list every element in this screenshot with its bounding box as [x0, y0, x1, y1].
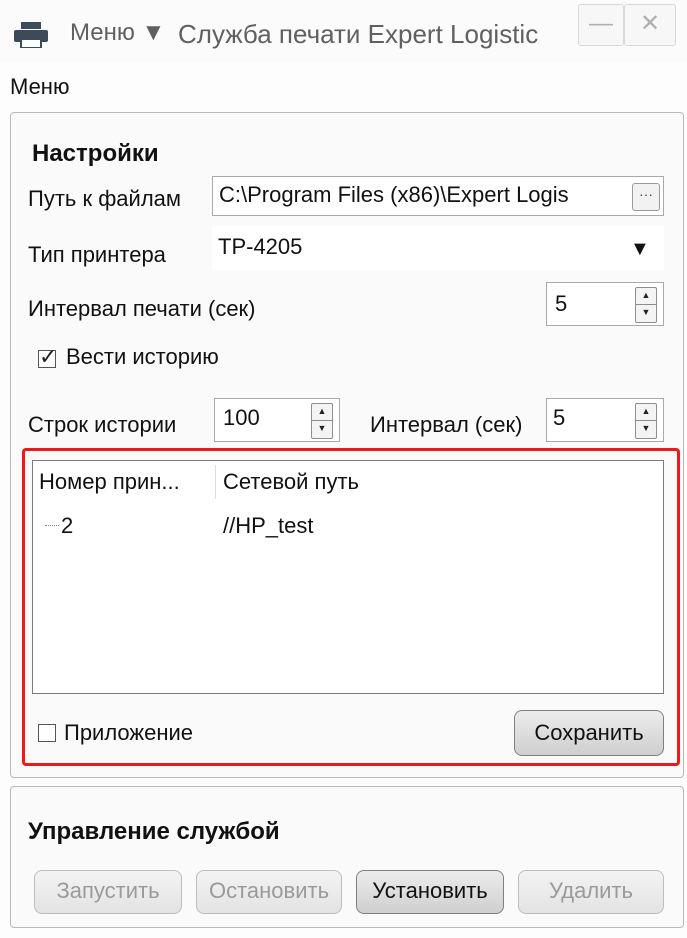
print-interval-spinner[interactable]: 5 ▲ ▼ [546, 282, 664, 326]
history-rows-label: Строк истории [28, 412, 177, 437]
minimize-button[interactable]: — [578, 4, 624, 46]
window-title: Служба печати Expert Logistic [178, 19, 539, 49]
check-icon: ✓ [39, 344, 58, 369]
interval-value: 5 [553, 405, 566, 430]
printer-type-dropdown[interactable]: TP-4205 ▼ [212, 226, 664, 270]
printers-table[interactable]: Номер прин... Сетевой путь 2 //HP_test [32, 460, 664, 694]
printer-icon[interactable] [14, 22, 48, 48]
interval-spinner[interactable]: 5 ▲ ▼ [546, 398, 664, 442]
browse-button[interactable]: ··· [632, 183, 660, 211]
menu-item-menu[interactable]: Меню [10, 74, 69, 100]
service-title: Управление службой [28, 818, 280, 845]
stop-service-button[interactable]: Остановить [196, 870, 342, 914]
column-separator[interactable] [215, 465, 216, 499]
spinner-down-icon[interactable]: ▼ [636, 421, 656, 437]
settings-title: Настройки [32, 140, 159, 167]
title-menu-button[interactable]: Меню ▼ [70, 19, 165, 47]
history-label: Вести историю [66, 344, 219, 369]
dropdown-arrow-icon[interactable]: ▼ [630, 238, 650, 261]
column-header-network-path[interactable]: Сетевой путь [217, 461, 657, 503]
table-cell-path: //HP_test [223, 513, 314, 538]
table-header: Номер прин... Сетевой путь [33, 461, 663, 503]
history-rows-spinner[interactable]: 100 ▲ ▼ [214, 398, 340, 442]
printer-type-value: TP-4205 [218, 234, 303, 259]
install-service-button[interactable]: Установить [356, 870, 504, 914]
spinner-down-icon[interactable]: ▼ [636, 305, 656, 321]
app-checkbox[interactable] [38, 724, 56, 742]
history-checkbox[interactable]: ✓ [38, 344, 58, 369]
delete-service-button[interactable]: Удалить [518, 870, 664, 914]
spinner-up-icon[interactable]: ▲ [312, 404, 332, 421]
start-service-button[interactable]: Запустить [34, 870, 182, 914]
app-checkbox-label: Приложение [64, 720, 194, 745]
print-interval-value: 5 [555, 291, 568, 316]
table-cell-number: 2 [61, 513, 74, 538]
spinner-buttons: ▲ ▼ [635, 403, 657, 439]
interval-label: Интервал (сек) [370, 412, 523, 437]
spinner-down-icon[interactable]: ▼ [312, 421, 332, 437]
spinner-up-icon[interactable]: ▲ [636, 288, 656, 305]
spinner-buttons: ▲ ▼ [635, 287, 657, 323]
path-label: Путь к файлам [28, 186, 182, 211]
printer-type-label: Тип принтера [28, 242, 166, 267]
spinner-buttons: ▲ ▼ [311, 403, 333, 439]
history-rows-value: 100 [223, 405, 260, 430]
print-interval-label: Интервал печати (сек) [28, 296, 256, 321]
tree-line [45, 525, 59, 526]
column-header-number[interactable]: Номер прин... [33, 461, 215, 503]
title-bar: Меню ▼ Служба печати Expert Logistic — ✕ [0, 0, 687, 62]
close-button[interactable]: ✕ [624, 4, 676, 46]
save-button[interactable]: Сохранить [514, 710, 664, 756]
table-row[interactable]: 2 //HP_test [33, 509, 663, 545]
path-field[interactable]: C:\Program Files (x86)\Expert Logis [212, 176, 664, 216]
spinner-up-icon[interactable]: ▲ [636, 404, 656, 421]
